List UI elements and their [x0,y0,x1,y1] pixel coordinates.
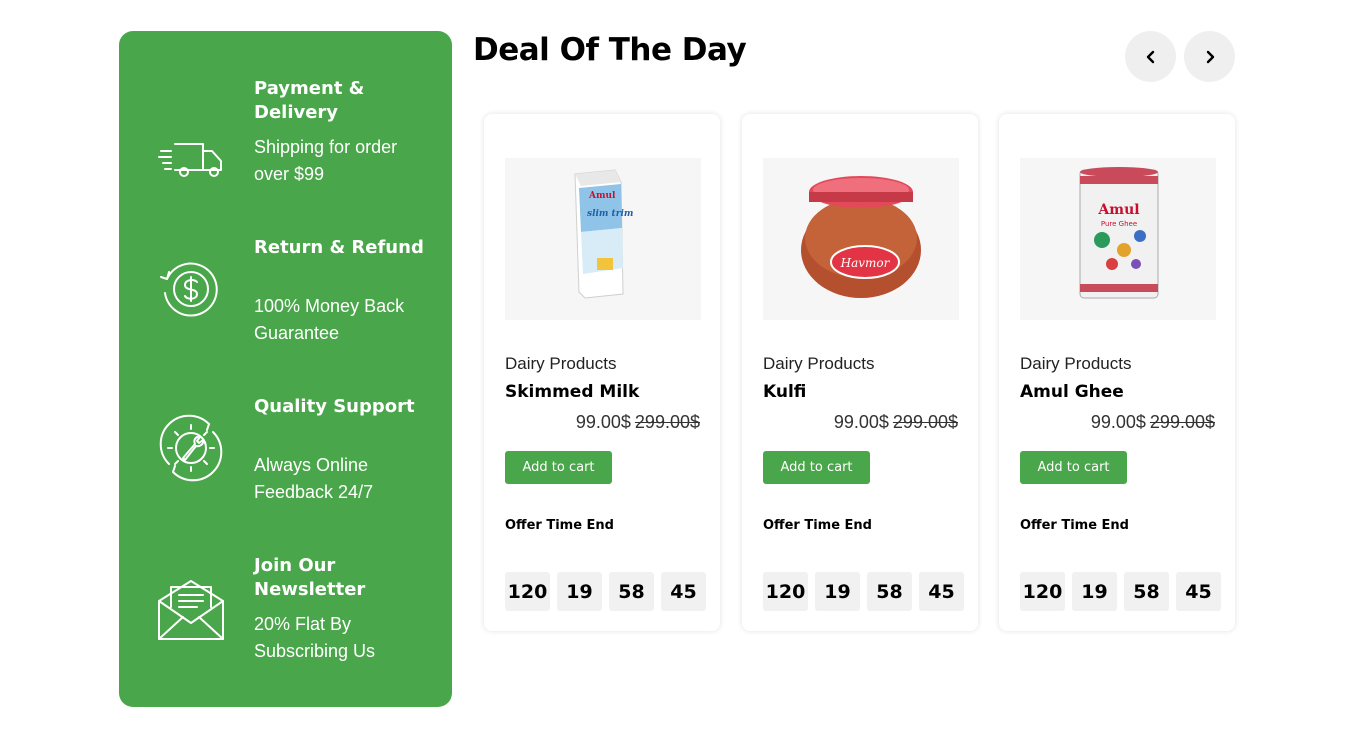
feature-description: Always Online Feedback 24/7 [254,455,374,502]
old-price: 299.00$ [892,412,958,432]
feature-newsletter: Join Our Newsletter 20% Flat By Subscrib… [119,554,452,684]
feature-title: Join Our Newsletter [254,555,366,600]
current-price: 99.00$ [575,412,631,432]
timer-days: 120 [763,572,808,611]
current-price: 99.00$ [1090,412,1146,432]
product-image[interactable]: Havmor [763,158,959,320]
ghee-tin-image: Amul Pure Ghee [1079,167,1159,299]
product-card: Havmor Dairy Products Kulfi 99.00$ 299.00… [742,114,978,631]
old-price: 299.00$ [1149,412,1215,432]
feature-description: 20% Flat By Subscribing Us [254,614,376,661]
timer-minutes: 58 [867,572,912,611]
feature-title: Payment & Delivery [254,78,365,123]
newsletter-envelope-icon [158,580,224,640]
old-price: 299.00$ [634,412,700,432]
product-card: Amul slim trim Dairy Products Skimmed Mi… [484,114,720,631]
carousel-next-button[interactable] [1184,31,1235,82]
timer-minutes: 58 [609,572,654,611]
product-price: 99.00$ 299.00$ [834,412,958,433]
feature-title: Return & Refund [254,237,424,258]
offer-time-label: Offer Time End [763,518,872,533]
product-name[interactable]: Amul Ghee [1020,382,1124,402]
feature-title: Quality Support [254,396,415,417]
chevron-left-icon [1146,50,1154,63]
kulfi-pot-image: Havmor [801,176,921,298]
feature-quality-support: Quality Support Always Online Feedback 2… [119,395,452,525]
timer-seconds: 45 [919,572,964,611]
carton-brand: Amul [588,191,616,201]
offer-time-label: Offer Time End [505,518,614,533]
feature-return-refund: Return & Refund 100% Money Back Guarante… [119,236,452,366]
offer-time-label: Offer Time End [1020,518,1129,533]
current-price: 99.00$ [833,412,889,432]
add-to-cart-button[interactable]: Add to cart [1020,451,1127,484]
support-gear-wrench-icon [159,414,223,482]
feature-payment-delivery: Payment & Delivery Shipping for order ov… [119,77,452,207]
tin-text: Pure Ghee [1101,220,1137,228]
timer-minutes: 58 [1124,572,1169,611]
timer-days: 120 [1020,572,1065,611]
carton-text: slim trim [587,209,633,219]
chevron-right-icon [1206,50,1214,63]
carousel-prev-button[interactable] [1125,31,1176,82]
section-title: Deal Of The Day [473,32,747,68]
refund-dollar-icon [160,262,218,317]
timer-hours: 19 [557,572,602,611]
feature-description: Shipping for order over $99 [254,137,398,184]
pot-brand: Havmor [840,256,891,270]
add-to-cart-button[interactable]: Add to cart [505,451,612,484]
features-sidebar: Payment & Delivery Shipping for order ov… [119,31,452,707]
product-price: 99.00$ 299.00$ [576,412,700,433]
product-price: 99.00$ 299.00$ [1091,412,1215,433]
timer-hours: 19 [815,572,860,611]
product-name[interactable]: Skimmed Milk [505,382,639,402]
timer-hours: 19 [1072,572,1117,611]
product-category: Dairy Products [763,354,875,373]
product-category: Dairy Products [1020,354,1132,373]
add-to-cart-button[interactable]: Add to cart [763,451,870,484]
product-image[interactable]: Amul Pure Ghee [1020,158,1216,320]
timer-seconds: 45 [661,572,706,611]
feature-description: 100% Money Back Guarantee [254,296,405,343]
milk-carton-image: Amul slim trim [574,169,633,299]
tin-brand: Amul [1097,202,1139,218]
product-category: Dairy Products [505,354,617,373]
delivery-truck-icon [158,143,222,177]
product-name[interactable]: Kulfi [763,382,806,402]
timer-days: 120 [505,572,550,611]
product-image[interactable]: Amul slim trim [505,158,701,320]
timer-seconds: 45 [1176,572,1221,611]
product-card: Amul Pure Ghee Dairy Products Amul Ghee … [999,114,1235,631]
